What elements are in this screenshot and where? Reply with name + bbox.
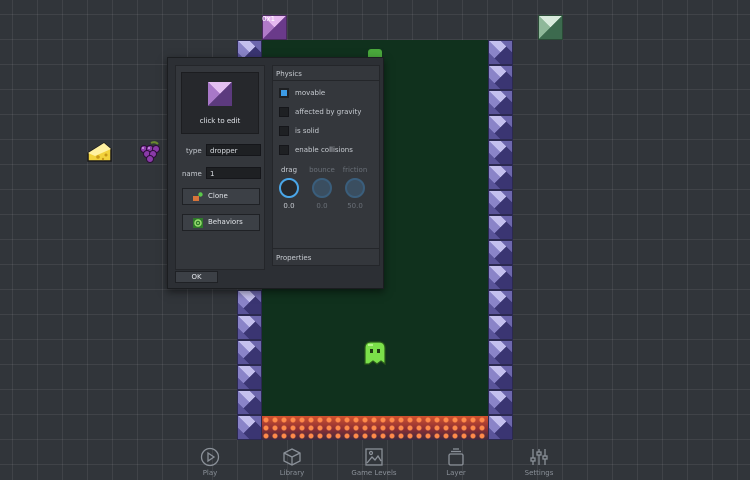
wall-spike-block[interactable] (488, 390, 513, 415)
wall-spike-block[interactable] (488, 290, 513, 315)
checkbox-label: enable collisions (295, 146, 353, 154)
nav-game-levels[interactable]: Game Levels (344, 447, 404, 477)
wall-spike-block[interactable] (488, 240, 513, 265)
nav-layer-label: Layer (446, 469, 466, 477)
knob-label: friction (342, 166, 368, 174)
checkbox[interactable] (279, 88, 289, 98)
object-preview[interactable]: click to edit (181, 72, 259, 134)
knob-label: bounce (309, 166, 335, 174)
lava-floor[interactable] (262, 416, 488, 440)
name-label: name (182, 170, 202, 178)
name-field[interactable]: 1 (206, 167, 261, 179)
nav-layer[interactable]: Layer (426, 447, 486, 477)
properties-title[interactable]: Properties (276, 254, 311, 262)
click-to-edit-label[interactable]: click to edit (182, 117, 258, 125)
nav-library[interactable]: Library (262, 447, 322, 477)
wall-spike-block[interactable] (488, 415, 513, 440)
checkbox-label: movable (295, 89, 326, 97)
wall-spike-block[interactable] (237, 365, 262, 390)
layers-icon (446, 447, 466, 467)
nav-settings-label: Settings (524, 469, 554, 477)
checkbox-label: affected by gravity (295, 108, 362, 116)
wall-spike-block[interactable] (488, 40, 513, 65)
wall-spike-block[interactable] (488, 140, 513, 165)
nav-settings[interactable]: Settings (509, 447, 569, 477)
play-icon (200, 447, 220, 467)
type-field[interactable]: dropper (206, 144, 261, 156)
knob-dial[interactable] (279, 178, 299, 198)
wall-spike-block[interactable] (488, 265, 513, 290)
clone-icon (193, 192, 203, 201)
cube-icon (282, 447, 302, 467)
wall-spike-block[interactable] (237, 290, 262, 315)
knob-label: drag (280, 166, 298, 174)
knob-value: 50.0 (347, 202, 363, 210)
wall-spike-block[interactable] (237, 340, 262, 365)
image-icon (364, 447, 384, 467)
wall-spike-block[interactable] (488, 215, 513, 240)
wall-spike-block[interactable] (488, 165, 513, 190)
bottom-toolbar: Play Library Game Levels Layer Settings (0, 441, 750, 480)
clone-button[interactable]: Clone (182, 188, 260, 205)
object-info-panel: click to edit type dropper name 1 Clone … (175, 65, 265, 270)
gear-icon (193, 218, 203, 228)
nav-play[interactable]: Play (180, 447, 240, 477)
wall-spike-block[interactable] (488, 90, 513, 115)
knob-value: 0.0 (283, 202, 295, 210)
wall-spike-block[interactable] (488, 190, 513, 215)
divider (273, 80, 379, 81)
cheese-item[interactable] (86, 140, 112, 164)
wall-spike-block[interactable] (237, 390, 262, 415)
sliders-icon (529, 447, 549, 467)
checkbox[interactable] (279, 126, 289, 136)
dropper-label: 0x1 (262, 15, 276, 23)
wall-spike-block[interactable] (488, 315, 513, 340)
physics-panel: Physics movable affected by gravity is sol… (272, 65, 380, 266)
behaviors-label: Behaviors (208, 218, 243, 226)
object-editor-dialog: click to edit type dropper name 1 Clone … (167, 57, 384, 289)
wall-spike-block[interactable] (488, 365, 513, 390)
checkbox[interactable] (279, 145, 289, 155)
nav-library-label: Library (279, 469, 305, 477)
knob-dial[interactable] (345, 178, 365, 198)
knob-dial[interactable] (312, 178, 332, 198)
knob-value: 0.0 (316, 202, 328, 210)
checkbox[interactable] (279, 107, 289, 117)
nav-game-levels-label: Game Levels (351, 469, 397, 477)
clone-label: Clone (208, 192, 228, 200)
wall-spike-block[interactable] (488, 65, 513, 90)
wall-spike-block[interactable] (488, 340, 513, 365)
nav-play-label: Play (202, 469, 218, 477)
divider (273, 248, 379, 249)
green-pyramid-block[interactable] (538, 15, 563, 40)
checkbox-label: is solid (295, 127, 320, 135)
wall-spike-block[interactable] (488, 115, 513, 140)
physics-title: Physics (276, 70, 302, 78)
dropper-preview-image[interactable] (208, 82, 232, 106)
wall-spike-block[interactable] (237, 415, 262, 440)
wall-spike-block[interactable] (237, 315, 262, 340)
slime-player[interactable] (362, 340, 388, 366)
grapes-item[interactable] (137, 140, 163, 166)
behaviors-button[interactable]: Behaviors (182, 214, 260, 231)
type-label: type (186, 147, 202, 155)
ok-button[interactable]: OK (175, 271, 218, 283)
